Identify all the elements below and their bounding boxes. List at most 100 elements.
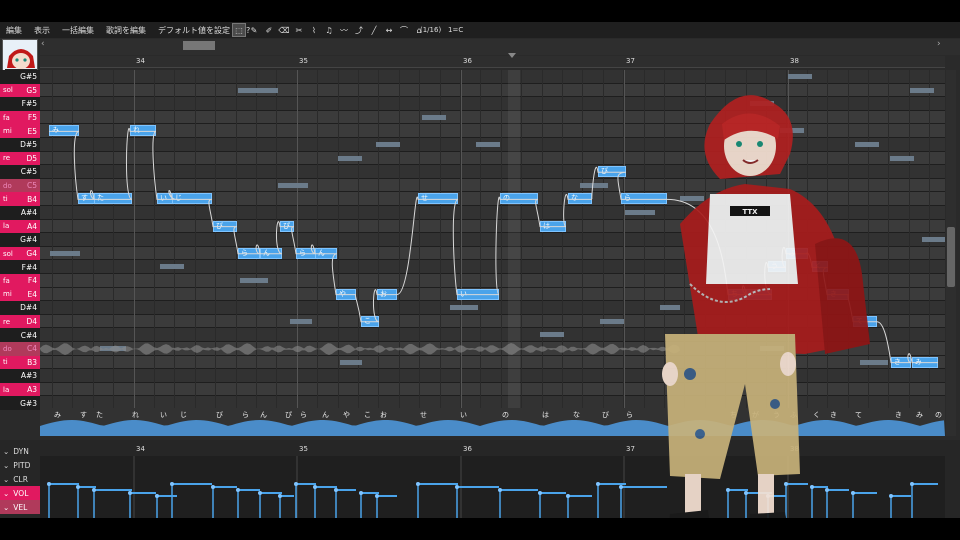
stretch-tool-icon[interactable]: ↔: [383, 24, 395, 36]
piano-key[interactable]: mi E4: [0, 287, 40, 302]
lyric-syllable[interactable]: ん: [322, 410, 329, 420]
volume-point[interactable]: [47, 482, 51, 486]
knife-tool-icon[interactable]: ✂: [293, 24, 305, 36]
overview-viewport-thumb[interactable]: [183, 41, 215, 50]
pen-tool-icon[interactable]: ✎: [248, 24, 260, 36]
volume-point[interactable]: [76, 485, 80, 489]
volume-point[interactable]: [375, 494, 379, 498]
volume-point[interactable]: [236, 488, 240, 492]
param-vel-tab[interactable]: ⌄ VEL: [0, 500, 40, 514]
lyric-syllable[interactable]: い: [160, 410, 167, 420]
vibrato-tool-icon[interactable]: 〰: [338, 24, 350, 36]
lyric-syllable[interactable]: ぴ: [285, 410, 292, 420]
piano-key[interactable]: la A3: [0, 382, 40, 397]
volume-point[interactable]: [92, 488, 96, 492]
volume-point[interactable]: [313, 485, 317, 489]
piano-key[interactable]: G#4: [0, 233, 40, 247]
piano-key[interactable]: mi E5: [0, 124, 40, 138]
param-clr-tab[interactable]: ⌄ CLR: [0, 472, 40, 486]
piano-key[interactable]: fa F4: [0, 274, 40, 288]
menu-batch-edit[interactable]: 一括編集: [56, 25, 100, 36]
note-tool-icon[interactable]: ♫: [323, 24, 335, 36]
eraser-tool-icon[interactable]: ⌫: [278, 24, 290, 36]
param-vol-tab[interactable]: ⌄ VOL: [0, 486, 40, 500]
volume-point[interactable]: [538, 491, 542, 495]
volume-point[interactable]: [498, 488, 502, 492]
piano-key[interactable]: G#5: [0, 70, 40, 84]
piano-key[interactable]: A#3: [0, 369, 40, 383]
lyric-syllable[interactable]: は: [542, 410, 549, 420]
piano-key[interactable]: sol G4: [0, 246, 40, 261]
piano-key[interactable]: F#5: [0, 97, 40, 111]
piano-key[interactable]: D#5: [0, 138, 40, 152]
lyric-syllable[interactable]: こ: [364, 410, 371, 420]
piano-key[interactable]: re D4: [0, 314, 40, 329]
param-dyn-tab[interactable]: ⌄ DYN: [0, 444, 40, 458]
brush-tool-icon[interactable]: ⌇: [308, 24, 320, 36]
curve-tool-icon[interactable]: ⌒: [398, 24, 410, 36]
scroll-left-arrow[interactable]: ‹: [41, 39, 45, 49]
piano-key[interactable]: C#4: [0, 328, 40, 342]
lyric-syllable[interactable]: び: [602, 410, 609, 420]
lyric-syllable[interactable]: の: [935, 410, 942, 420]
lyric-syllable[interactable]: み: [54, 410, 61, 420]
piano-key[interactable]: G#3: [0, 396, 40, 410]
lyric-syllable[interactable]: れ: [132, 410, 139, 420]
multi-pen-tool-icon[interactable]: ✐: [263, 24, 275, 36]
volume-point[interactable]: [258, 491, 262, 495]
lyric-syllable[interactable]: じ: [180, 410, 187, 420]
piano-key[interactable]: ti B3: [0, 355, 40, 370]
measure-ruler[interactable]: 34 35 36 37 38: [40, 56, 945, 68]
lyric-syllable[interactable]: た: [96, 410, 103, 420]
menu-lyrics-edit[interactable]: 歌詞を編集: [100, 25, 152, 36]
piano-key[interactable]: ti B4: [0, 192, 40, 206]
lyric-syllable[interactable]: ら: [626, 410, 633, 420]
param-pitd-tab[interactable]: ⌄ PITD: [0, 458, 40, 472]
piano-key[interactable]: do C5: [0, 178, 40, 193]
lyric-syllable[interactable]: ら: [300, 410, 307, 420]
lyric-syllable[interactable]: す: [80, 410, 87, 420]
lyric-syllable[interactable]: お: [380, 410, 387, 420]
playhead-marker[interactable]: [508, 53, 516, 58]
lyric-syllable[interactable]: せ: [420, 410, 427, 420]
lyric-syllable[interactable]: い: [460, 410, 467, 420]
piano-key[interactable]: la A4: [0, 219, 40, 234]
volume-point[interactable]: [455, 485, 459, 489]
piano-key[interactable]: sol G5: [0, 83, 40, 98]
pitch-tool-icon[interactable]: ⤴: [353, 24, 365, 36]
piano-key[interactable]: F#4: [0, 260, 40, 274]
volume-point[interactable]: [211, 485, 215, 489]
menu-view[interactable]: 表示: [28, 25, 56, 36]
overview-bar[interactable]: [40, 39, 960, 55]
lyric-syllable[interactable]: な: [573, 410, 580, 420]
menu-edit[interactable]: 編集: [0, 25, 28, 36]
menu-default-settings[interactable]: デフォルト値を設定: [152, 25, 236, 36]
volume-point[interactable]: [170, 482, 174, 486]
lyric-syllable[interactable]: ん: [260, 410, 267, 420]
volume-point[interactable]: [294, 482, 298, 486]
lyric-syllable[interactable]: の: [502, 410, 509, 420]
lyric-syllable[interactable]: み: [916, 410, 923, 420]
volume-point[interactable]: [619, 485, 623, 489]
volume-point[interactable]: [278, 494, 282, 498]
volume-point[interactable]: [359, 491, 363, 495]
lyric-syllable[interactable]: び: [216, 410, 223, 420]
piano-key[interactable]: D#4: [0, 301, 40, 315]
volume-point[interactable]: [155, 494, 159, 498]
piano-key[interactable]: A#4: [0, 206, 40, 220]
lyric-syllable[interactable]: ら: [242, 410, 249, 420]
lyric-syllable[interactable]: や: [343, 410, 350, 420]
volume-point[interactable]: [416, 482, 420, 486]
piano-key[interactable]: do C4: [0, 342, 40, 356]
piano-key[interactable]: fa F5: [0, 110, 40, 125]
volume-point[interactable]: [128, 491, 132, 495]
volume-point[interactable]: [566, 494, 570, 498]
pointer-tool-icon[interactable]: ⬚: [232, 23, 246, 37]
volume-point[interactable]: [334, 488, 338, 492]
vertical-scrollbar-thumb[interactable]: [947, 227, 955, 287]
piano-key[interactable]: re D5: [0, 151, 40, 166]
piano-key[interactable]: C#5: [0, 165, 40, 179]
volume-point[interactable]: [910, 482, 914, 486]
volume-point[interactable]: [596, 482, 600, 486]
line-tool-icon[interactable]: ╱: [368, 24, 380, 36]
